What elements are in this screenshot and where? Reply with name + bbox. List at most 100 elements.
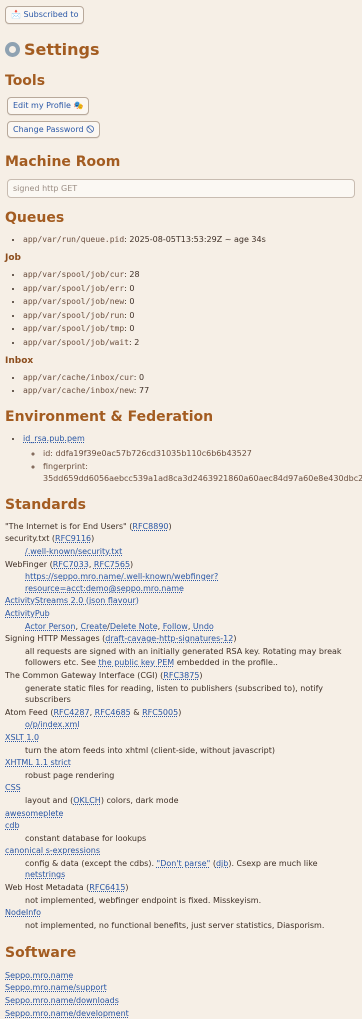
standard-text: ) <box>125 883 129 893</box>
xhtml-link[interactable]: XHTML 1.1 strict <box>5 758 71 767</box>
job-value: : 0 <box>124 283 135 293</box>
standard-text: The Common Gateway Interface (CGI) ( <box>5 670 164 680</box>
seppo-support-link[interactable]: Seppo.mro.name/support <box>5 982 356 994</box>
actor-person-link[interactable]: Actor Person <box>25 622 75 631</box>
seppo-development-link[interactable]: Seppo.mro.name/development <box>5 1008 356 1019</box>
activitystreams-link[interactable]: ActivityStreams 2.0 (json flavour) <box>5 596 139 605</box>
inbox-heading: Inbox <box>5 355 34 366</box>
rfc4685-link[interactable]: RFC4685 <box>95 708 131 717</box>
standard-detail: all requests are signed with an initiall… <box>5 646 356 669</box>
edit-profile-button[interactable]: Edit my Profile 🎭 <box>7 97 90 115</box>
standard-item: Web Host Metadata (RFC6415) <box>5 882 356 894</box>
css-link[interactable]: CSS <box>5 783 21 792</box>
standard-detail: config & data (except the cdbs). "Don't … <box>5 858 356 881</box>
job-value: : 0 <box>124 297 135 307</box>
rfc8890-link[interactable]: RFC8890 <box>132 522 168 531</box>
standard-item: NodeInfo <box>5 907 356 919</box>
standard-text: Web Host Metadata ( <box>5 883 90 893</box>
standard-detail: turn the atom feeds into xhtml (client-s… <box>25 745 275 755</box>
standard-detail: constant database for lookups <box>25 833 147 843</box>
seppo-home-link[interactable]: Seppo.mro.name <box>5 970 356 982</box>
xslt-link[interactable]: XSLT 1.0 <box>5 733 39 742</box>
key-fingerprint: fingerprint:35dd659dd6056aebcc539a1ad8ca… <box>43 461 362 484</box>
rfc7033-link[interactable]: RFC7033 <box>53 560 89 569</box>
rfc3875-link[interactable]: RFC3875 <box>163 671 199 680</box>
standard-text: ) colors, dark mode <box>100 795 179 805</box>
fingerprint-label: fingerprint: <box>43 462 88 472</box>
machine-room-heading: Machine Room <box>5 154 121 171</box>
standard-text: Atom Feed ( <box>5 707 54 717</box>
job-path: app/var/spool/job/run <box>23 310 125 320</box>
standard-item: Signing HTTP Messages (draft-cavage-http… <box>5 633 356 645</box>
list-item: app/var/spool/job/new: 0 <box>23 296 356 308</box>
djb-link[interactable]: djb <box>216 859 228 868</box>
create-link[interactable]: Create <box>81 622 108 631</box>
oklch-link[interactable]: OKLCH <box>73 796 101 805</box>
delete-note-link[interactable]: Delete Note <box>110 622 158 631</box>
standard-text: layout and ( <box>25 795 74 805</box>
job-path: app/var/spool/job/err <box>23 283 125 293</box>
list-item: app/var/spool/job/cur: 28 <box>23 269 356 281</box>
cdb-link[interactable]: cdb <box>5 821 20 830</box>
page-title: Settings <box>5 38 356 61</box>
seppo-downloads-link[interactable]: Seppo.mro.name/downloads <box>5 995 356 1007</box>
standard-item: awesomeplete <box>5 808 356 820</box>
rfc4287-link[interactable]: RFC4287 <box>53 708 89 717</box>
standard-text: security.txt ( <box>5 534 56 544</box>
standard-text: "The Internet is for End Users" ( <box>5 521 133 531</box>
list-item: app/var/spool/job/run: 0 <box>23 310 356 322</box>
job-path: app/var/spool/job/tmp <box>23 324 125 334</box>
job-heading: Job <box>5 253 21 264</box>
queues-heading: Queues <box>5 210 65 227</box>
standard-detail: not implemented, no functional benefits,… <box>25 920 325 930</box>
standard-item: security.txt (RFC9116) <box>5 533 356 545</box>
page-title-text: Settings <box>24 39 100 59</box>
standard-item: XHTML 1.1 strict <box>5 757 356 769</box>
standard-text: config & data (except the cdbs). <box>25 858 157 868</box>
standard-detail: Actor Person, Create/Delete Note, Follow… <box>25 621 214 631</box>
standard-item: ActivityStreams 2.0 (json flavour) <box>5 595 356 607</box>
standard-detail: robust page rendering <box>25 770 115 780</box>
inbox-path: app/var/cache/inbox/new <box>23 386 134 396</box>
inbox-list: app/var/cache/inbox/cur: 0 app/var/cache… <box>5 372 356 397</box>
queue-list: app/var/run/queue.pid: 2025-08-05T13:53:… <box>5 234 356 246</box>
rfc5005-link[interactable]: RFC5005 <box>142 708 178 717</box>
csexp-link[interactable]: canonical s-expressions <box>5 846 100 855</box>
standards-heading: Standards <box>5 496 86 513</box>
list-item: app/var/spool/job/wait: 2 <box>23 337 356 349</box>
standard-item: XSLT 1.0 <box>5 732 356 744</box>
security-txt-link[interactable]: /.well-known/security.txt <box>25 547 122 556</box>
inbox-path: app/var/cache/inbox/cur <box>23 372 134 382</box>
http-signatures-link[interactable]: draft-cavage-http-signatures-12 <box>105 634 233 643</box>
rfc7565-link[interactable]: RFC7565 <box>94 560 130 569</box>
inbox-value: : 0 <box>133 372 145 382</box>
gear-icon <box>5 41 20 57</box>
undo-link[interactable]: Undo <box>193 622 214 631</box>
follow-link[interactable]: Follow <box>163 622 188 631</box>
standard-text: ) <box>130 559 134 569</box>
awesomeplete-link[interactable]: awesomeplete <box>5 809 63 818</box>
atom-feed-link[interactable]: o/p/index.xml <box>25 720 80 729</box>
netstrings-link[interactable]: netstrings <box>25 870 65 879</box>
change-password-button[interactable]: Change Password 🛇 <box>7 120 101 139</box>
rfc9116-link[interactable]: RFC9116 <box>55 534 91 543</box>
software-links: Seppo.mro.name Seppo.mro.name/support Se… <box>5 970 356 1019</box>
standard-item: canonical s-expressions <box>5 845 356 857</box>
subscribed-to-button[interactable]: 📩 Subscribed to <box>5 6 85 24</box>
list-item: app/var/spool/job/tmp: 0 <box>23 323 356 335</box>
key-file-link[interactable]: id_rsa.pub.pem <box>23 434 85 443</box>
list-item: app/var/cache/inbox/new: 77 <box>23 385 356 397</box>
nodeinfo-link[interactable]: NodeInfo <box>5 908 41 917</box>
activitypub-link[interactable]: ActivityPub <box>5 609 50 618</box>
public-key-link[interactable]: the public key PEM <box>99 658 175 667</box>
rfc6415-link[interactable]: RFC6415 <box>89 883 125 892</box>
signed-http-get-input[interactable]: signed http GET <box>7 178 355 199</box>
webfinger-link[interactable]: https://seppo.mro.name/.well-known/webfi… <box>25 572 218 593</box>
job-path: app/var/spool/job/wait <box>23 338 129 348</box>
standard-detail: /.well-known/security.txt <box>5 546 356 558</box>
standards-list: "The Internet is for End Users" (RFC8890… <box>5 521 356 932</box>
job-value: : 0 <box>124 310 135 320</box>
env-heading: Environment & Federation <box>5 408 214 425</box>
queue-path: app/var/run/queue.pid <box>23 235 125 245</box>
dont-parse-link[interactable]: "Don't parse" <box>157 859 211 868</box>
